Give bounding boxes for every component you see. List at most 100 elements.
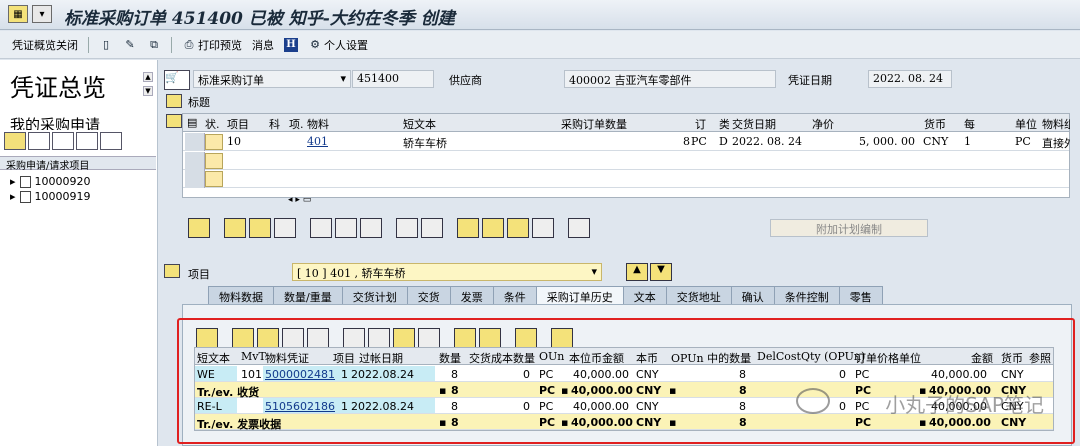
item-select[interactable]: [ 10 ] 401 , 轿车车桥 ▾	[292, 263, 602, 281]
tree-item-label: 10000919	[34, 190, 91, 203]
overview-subtitle: 我的采购申请	[10, 116, 101, 130]
column-header[interactable]: 项.	[289, 116, 304, 132]
watermark-text: 小丸子的SAP笔记	[885, 393, 1044, 417]
tree-item[interactable]: ▸ 10000919	[10, 189, 91, 204]
expand-header-icon[interactable]	[166, 94, 182, 108]
row-selector[interactable]	[185, 152, 205, 170]
expand-arrow-icon[interactable]: ▸	[10, 190, 16, 203]
deselect-icon[interactable]	[249, 218, 271, 238]
print-preview-label: 打印预览	[198, 38, 242, 52]
scroll-up-icon[interactable]: ▲	[143, 72, 153, 82]
column-header[interactable]: 货币	[924, 116, 946, 132]
tab-delivery[interactable]: 交货	[406, 286, 451, 304]
table-row[interactable]: 10 401 轿车车桥 8 PC D 2022. 08. 24 5, 000. …	[183, 133, 1070, 151]
status-cell[interactable]	[205, 153, 223, 169]
tab-quantity-weight[interactable]: 数量/重量	[273, 286, 343, 304]
column-header[interactable]: 物料	[307, 116, 329, 132]
filter-icon[interactable]	[76, 132, 98, 150]
row-selector[interactable]	[185, 133, 205, 151]
tab-retail[interactable]: 零售	[838, 286, 883, 304]
row-selector[interactable]	[185, 170, 205, 188]
refresh-icon[interactable]	[52, 132, 74, 150]
tab-condition-control[interactable]: 条件控制	[773, 286, 840, 304]
print-preview-button[interactable]: ⎙ 打印预览	[182, 37, 242, 53]
window-title: 标准采购订单 451400 已被 知乎-大约在冬季 创建	[64, 9, 455, 29]
vendor-field[interactable]: 400002 吉亚汽车零部件	[564, 70, 776, 88]
copy-icon[interactable]	[28, 132, 50, 150]
expand-arrow-icon[interactable]: ▸	[10, 175, 16, 188]
planning-edit-button[interactable]: 附加计划编制	[770, 219, 928, 237]
sort-ascending-icon[interactable]	[457, 218, 479, 238]
column-header[interactable]: 类	[719, 116, 729, 132]
tab-invoice[interactable]: 发票	[449, 286, 494, 304]
table-row[interactable]	[183, 170, 1069, 188]
material-link[interactable]: 401	[307, 135, 328, 148]
horizontal-scroll-icon[interactable]: ◂ ▸ ▭	[288, 195, 311, 205]
delete-icon[interactable]	[310, 218, 332, 238]
calculator-icon[interactable]	[421, 218, 443, 238]
tab-delivery-schedule[interactable]: 交货计划	[341, 286, 408, 304]
collapse-items-icon[interactable]	[166, 114, 182, 128]
display-change-icon[interactable]: ⧉	[147, 38, 161, 52]
header-section-label: 标题	[188, 96, 210, 109]
grid-settings-icon[interactable]: ▤	[187, 116, 197, 129]
category-cell: D	[719, 135, 728, 148]
column-header[interactable]: 交货日期	[732, 116, 776, 132]
column-header[interactable]: 净价	[812, 116, 834, 132]
tree-header: 采购申请/请求项目	[0, 156, 156, 172]
filter-settings-icon[interactable]	[532, 218, 554, 238]
column-header[interactable]: 采购订单数量	[561, 116, 627, 132]
menu-dropdown-icon[interactable]: ▾	[32, 5, 52, 23]
highlight-box	[177, 318, 1075, 444]
column-header[interactable]: 每	[964, 116, 975, 132]
column-header[interactable]: 科	[269, 116, 280, 132]
help-info-icon[interactable]: H	[284, 37, 298, 52]
column-header[interactable]: 物料组	[1042, 116, 1070, 132]
column-header[interactable]: 状.	[205, 116, 220, 132]
document-icon	[19, 190, 31, 203]
tab-conditions[interactable]: 条件	[492, 286, 537, 304]
select-block-icon[interactable]	[274, 218, 296, 238]
doc-type-select[interactable]: 标准采购订单 ▾	[193, 70, 351, 88]
tab-po-history[interactable]: 采购订单历史	[535, 286, 624, 304]
item-overview-table: ▤ 状. 项目 科 项. 物料 短文本 采购订单数量 订 类 交货日期 净价 货…	[182, 113, 1070, 198]
scroll-down-icon[interactable]: ▼	[143, 86, 153, 96]
overview-close-button[interactable]: 凭证概览关闭	[12, 37, 78, 53]
column-header[interactable]: 订	[695, 116, 709, 132]
net-price-cell: 5, 000. 00	[859, 135, 915, 148]
filter-icon[interactable]	[507, 218, 529, 238]
default-values-icon[interactable]	[568, 218, 590, 238]
tree-item[interactable]: ▸ 10000920	[10, 174, 91, 189]
overview-scrollbar[interactable]: ▲ ▼	[143, 72, 155, 120]
print-icon: ⎙	[184, 37, 194, 51]
column-header[interactable]: 单位	[1015, 116, 1037, 132]
copy-icon[interactable]	[396, 218, 418, 238]
unlock-icon[interactable]	[360, 218, 382, 238]
column-header[interactable]: 项目	[227, 116, 249, 132]
messages-button[interactable]: 消息	[252, 37, 274, 53]
layout-icon[interactable]	[100, 132, 122, 150]
tab-material-data[interactable]: 物料数据	[208, 286, 274, 304]
tab-confirmations[interactable]: 确认	[730, 286, 775, 304]
previous-item-button[interactable]: ▲	[626, 263, 648, 281]
po-number-field[interactable]: 451400	[352, 70, 434, 88]
adopt-icon[interactable]	[4, 132, 26, 150]
lock-icon[interactable]	[335, 218, 357, 238]
personal-settings-button[interactable]: ⚙ 个人设置	[308, 37, 368, 53]
doc-date-field[interactable]: 2022. 08. 24	[868, 70, 952, 88]
select-all-icon[interactable]	[224, 218, 246, 238]
column-header[interactable]: 短文本	[403, 116, 436, 132]
table-row[interactable]	[183, 152, 1069, 170]
sort-descending-icon[interactable]	[482, 218, 504, 238]
next-item-button[interactable]: ▼	[650, 263, 672, 281]
status-cell[interactable]	[205, 171, 223, 187]
new-document-icon[interactable]: ▯	[99, 38, 113, 52]
collapse-detail-icon[interactable]	[164, 264, 180, 278]
document-overview-panel: 凭证总览 我的采购申请 ▲ ▼ 采购申请/请求项目 ▸ 10000920 ▸ 100…	[0, 60, 158, 446]
tab-delivery-address[interactable]: 交货地址	[665, 286, 732, 304]
details-icon[interactable]	[188, 218, 210, 238]
status-cell[interactable]	[205, 134, 223, 150]
system-menu-icon[interactable]: ▦	[8, 5, 28, 23]
edit-pencil-icon[interactable]: ✎	[123, 38, 137, 52]
tab-texts[interactable]: 文本	[622, 286, 667, 304]
